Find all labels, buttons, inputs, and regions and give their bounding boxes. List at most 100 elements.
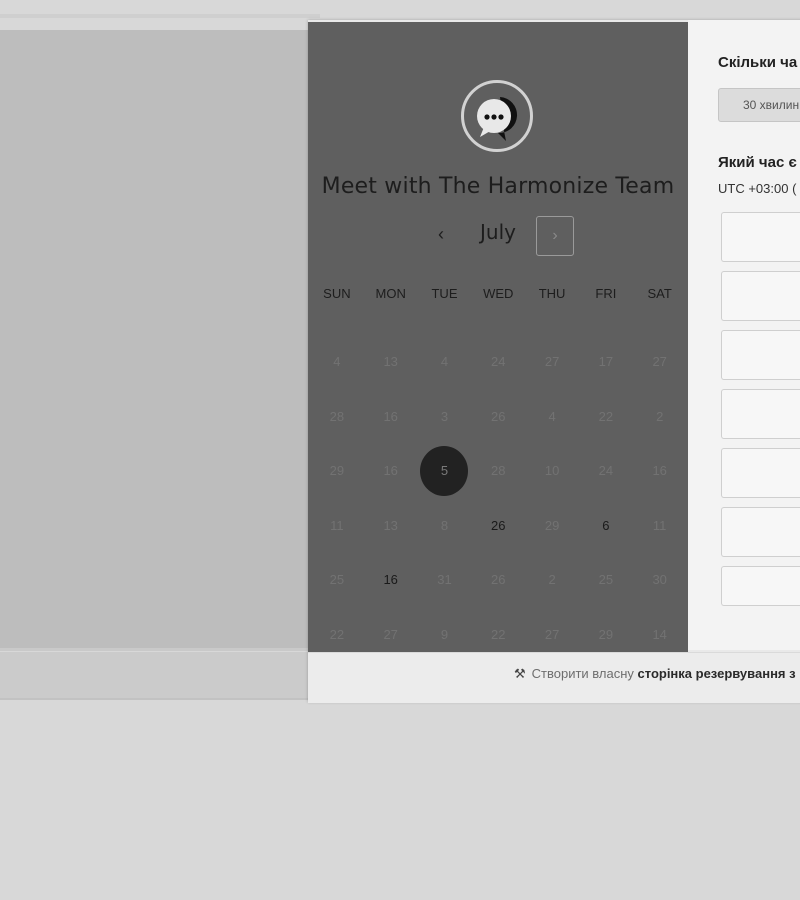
calendar-day: 4 bbox=[418, 339, 472, 394]
calendar-day-number: 2 bbox=[548, 572, 556, 588]
calendar-day: 16 bbox=[633, 448, 687, 503]
time-slot-button[interactable] bbox=[721, 389, 800, 439]
calendar-week-row: 25 16 31 26 2 25 30 bbox=[308, 557, 688, 612]
calendar-day-number: 4 bbox=[548, 408, 556, 424]
calendar-day: 4 bbox=[525, 394, 579, 449]
calendar-day-number: 24 bbox=[598, 463, 614, 479]
calendar-day-available[interactable]: 26 bbox=[471, 503, 525, 558]
calendar-day: 22 bbox=[579, 394, 633, 449]
calendar-day-number: 29 bbox=[329, 463, 345, 479]
calendar-day: 25 bbox=[579, 557, 633, 612]
calendar-day-number: 4 bbox=[333, 354, 341, 369]
calendar-day-number: 27 bbox=[544, 354, 560, 369]
calendar-day-number: 22 bbox=[491, 626, 506, 642]
time-slot-button[interactable] bbox=[721, 507, 800, 557]
weekday-header-row: SUN MON TUE WED THU FRI SAT bbox=[308, 284, 688, 304]
calendar-day: 11 bbox=[310, 503, 364, 558]
calendar-day-available[interactable]: 16 bbox=[364, 557, 418, 612]
calendar-week-row: 28 16 3 26 4 22 2 bbox=[308, 394, 688, 449]
calendar-day-number: 26 bbox=[491, 572, 506, 588]
weekday-mon: MON bbox=[375, 286, 406, 301]
calendar-day-available[interactable]: 6 bbox=[579, 503, 633, 558]
calendar-day: 24 bbox=[579, 448, 633, 503]
calendar-day: 27 bbox=[525, 339, 579, 394]
calendar-day-number: 29 bbox=[598, 626, 614, 642]
calendar-day: 13 bbox=[364, 503, 418, 558]
weekday-tue: TUE bbox=[431, 286, 458, 301]
calendar-day-number: 3 bbox=[440, 408, 449, 424]
calendar-day-number: 27 bbox=[652, 354, 667, 369]
calendar-day-number: 8 bbox=[440, 517, 449, 533]
calendar-day-number: 28 bbox=[491, 463, 506, 479]
calendar-day: 25 bbox=[310, 557, 364, 612]
calendar-day-number: 5 bbox=[440, 463, 449, 479]
calendar-day-number: 16 bbox=[383, 463, 398, 479]
calendar-grid: SUN MON TUE WED THU FRI SAT 4 13 4 24 27 17 27… bbox=[308, 284, 688, 667]
calendar-day-number: 11 bbox=[652, 517, 667, 533]
modal-footer: ⚒ Створити власну сторінка резервування … bbox=[308, 652, 800, 703]
background-left-pane bbox=[0, 30, 309, 651]
calendar-day: 11 bbox=[633, 503, 687, 558]
time-slot-button[interactable] bbox=[721, 212, 800, 262]
calendar-day-number: 28 bbox=[329, 408, 345, 424]
timezone-selector[interactable]: UTC +03:00 ( bbox=[718, 181, 796, 196]
calendar-day-number: 22 bbox=[598, 408, 614, 424]
calendar-day: 4 bbox=[310, 339, 364, 394]
calendar-day-number: 25 bbox=[598, 572, 614, 588]
calendar-day-number: 6 bbox=[602, 517, 610, 533]
calendar-day-number: 16 bbox=[383, 408, 398, 424]
next-month-button[interactable]: › bbox=[536, 216, 574, 256]
weekday-sun: SUN bbox=[323, 286, 351, 301]
calendar-day-number: 24 bbox=[491, 354, 506, 369]
calendar-day: 8 bbox=[418, 503, 472, 558]
previous-month-button[interactable]: ‹ bbox=[425, 218, 457, 250]
calendar-day-number: 16 bbox=[652, 463, 667, 479]
calendar-day-number: 22 bbox=[329, 626, 345, 642]
calendar-day-number: 13 bbox=[383, 517, 398, 533]
calendar-day: 16 bbox=[364, 394, 418, 449]
weekday-sat: SAT bbox=[647, 286, 672, 301]
weekday-wed: WED bbox=[483, 286, 514, 301]
calendar-day: 2 bbox=[525, 557, 579, 612]
calendar-day-number: 11 bbox=[330, 517, 344, 533]
calendar-week-row: 29 16 5 28 10 24 16 bbox=[308, 446, 688, 503]
time-slot-button[interactable] bbox=[721, 271, 800, 321]
weekday-thu: THU bbox=[538, 286, 566, 301]
time-slot-button[interactable] bbox=[721, 330, 800, 380]
calendar-day: 2 bbox=[633, 394, 687, 449]
calendar-day-number: 26 bbox=[491, 517, 506, 533]
time-selection-panel: Скільки ча 30 хвилин Який час є UTC +03:… bbox=[688, 20, 800, 650]
calendar-panel: Meet with The Harmonize Team ‹ July › SU… bbox=[308, 22, 688, 652]
calendar-day-number: 10 bbox=[544, 463, 560, 479]
calendar-day: 26 bbox=[471, 557, 525, 612]
calendar-day: 17 bbox=[579, 339, 633, 394]
weekday-fri: FRI bbox=[595, 286, 617, 301]
calendar-day-number: 26 bbox=[491, 408, 506, 424]
calendar-week-row: 11 13 8 26 29 6 11 bbox=[308, 503, 688, 558]
calendar-day-number: 29 bbox=[544, 517, 560, 533]
background-left-footer bbox=[0, 652, 309, 700]
calendar-day: 28 bbox=[471, 448, 525, 503]
calendar-day-number: 27 bbox=[544, 626, 560, 642]
calendar-day: 31 bbox=[418, 557, 472, 612]
calendar-day-number: 14 bbox=[652, 626, 667, 642]
calendar-day-number: 27 bbox=[383, 626, 398, 642]
calendar-day-number: 25 bbox=[329, 572, 345, 588]
duration-option-button[interactable]: 30 хвилин bbox=[718, 88, 800, 122]
calendar-day: 10 bbox=[525, 448, 579, 503]
calendar-day: 29 bbox=[310, 448, 364, 503]
time-slot-button[interactable] bbox=[721, 566, 800, 606]
footer-promo: ⚒ Створити власну сторінка резервування … bbox=[514, 666, 796, 682]
footer-link[interactable]: сторінка резервування з bbox=[638, 666, 796, 681]
month-navigation: ‹ July › bbox=[308, 214, 688, 258]
calendar-day-selected[interactable]: 5 bbox=[418, 446, 472, 503]
background-strip bbox=[0, 14, 320, 18]
calendar-day-number: 17 bbox=[598, 354, 614, 369]
calendar-day: 27 bbox=[633, 339, 687, 394]
footer-prefix: Створити власну bbox=[531, 666, 634, 681]
calendar-day: 24 bbox=[471, 339, 525, 394]
time-slot-button[interactable] bbox=[721, 448, 800, 498]
wrench-icon: ⚒ bbox=[514, 666, 526, 681]
booking-modal: Meet with The Harmonize Team ‹ July › SU… bbox=[308, 20, 800, 703]
calendar-day-number: 16 bbox=[383, 572, 398, 588]
